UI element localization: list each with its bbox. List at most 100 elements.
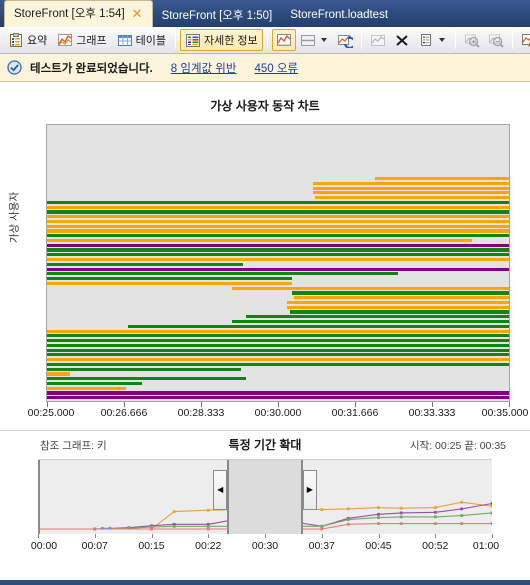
edit-graph-button[interactable] xyxy=(517,29,530,51)
navigator-range-label: 시작: 00:25 끝: 00:35 xyxy=(409,440,506,452)
navigator-series-marker xyxy=(320,527,324,531)
tab-label: StoreFront [오후 1:54] xyxy=(14,8,125,20)
chart-tick-label: 00:30.000 xyxy=(254,407,302,419)
chart-bar xyxy=(47,372,71,376)
legend-list-icon xyxy=(418,33,434,48)
chart-bar xyxy=(47,362,509,367)
chart-bar xyxy=(291,291,509,295)
navigator-series-marker xyxy=(346,522,350,526)
chart-tick-label: 00:26.666 xyxy=(100,407,148,419)
navigator-series-marker xyxy=(206,508,210,512)
summary-button[interactable]: 요약 xyxy=(3,29,52,51)
navigator-selection-window[interactable] xyxy=(227,460,303,534)
chart-x-axis-labels: 00:25.000 00:26.666 00:28.333 00:30.000 00:3… xyxy=(0,407,530,423)
check-circle-icon xyxy=(7,60,23,75)
chart-tick-label: 00:28.333 xyxy=(177,407,225,419)
chart-bar xyxy=(47,248,509,252)
navigator-tick xyxy=(321,534,323,538)
chart-bar xyxy=(294,296,509,300)
navigator-series-marker xyxy=(460,500,464,504)
chart-bar xyxy=(127,324,509,328)
add-graph-button[interactable] xyxy=(366,29,390,51)
navigator-series-marker xyxy=(433,510,437,514)
chart-bar xyxy=(312,181,509,185)
delete-graph-button[interactable] xyxy=(390,29,414,51)
panel-layout-button[interactable] xyxy=(296,29,333,51)
navigator-x-axis-labels: 00:00 00:07 00:15 00:22 00:30 00:37 00:45 00:52… xyxy=(0,540,530,556)
navigator-left-handle[interactable]: ◀ xyxy=(213,470,228,510)
zoom-out-button[interactable] xyxy=(484,29,508,51)
chart-bar xyxy=(47,348,509,352)
tab-label: StoreFront.loadtest xyxy=(290,8,389,21)
chart-bar xyxy=(47,205,509,209)
navigator-series-marker xyxy=(377,522,380,525)
chart-bar xyxy=(312,186,509,190)
details-button[interactable]: 자세한 정보 xyxy=(180,29,263,51)
navigator-series-marker xyxy=(460,507,464,511)
threshold-violations-link[interactable]: 8 임계값 위반 xyxy=(171,60,237,76)
chevron-down-icon[interactable] xyxy=(438,38,445,42)
navigator-tick-label: 00:22 xyxy=(195,540,222,552)
chart-bar xyxy=(47,353,509,357)
chart-bar xyxy=(47,386,126,390)
table-icon xyxy=(117,33,133,48)
navigator-series-marker xyxy=(206,524,210,528)
navigator-tick xyxy=(94,534,96,538)
close-x-icon xyxy=(394,33,410,48)
navigator-series-marker xyxy=(399,506,403,510)
graphs-button[interactable]: 그래프 xyxy=(52,29,111,51)
tab-storefront-154[interactable]: StoreFront [오후 1:54] ✕ xyxy=(4,0,153,27)
refresh-graph-button[interactable] xyxy=(333,29,357,51)
navigator-series-marker xyxy=(320,524,324,528)
navigator-series-marker xyxy=(433,506,437,509)
navigator-series-marker xyxy=(346,518,350,521)
results-toolbar: 요약 그래프 테이블 자세한 정보 xyxy=(0,27,530,54)
refresh-graph-icon xyxy=(337,33,353,48)
navigator-series-marker xyxy=(399,522,403,525)
chart-bar xyxy=(312,191,509,195)
chart-bar xyxy=(47,396,509,400)
chart-tick-label: 00:35.000 xyxy=(481,407,529,419)
navigator-tick xyxy=(208,534,210,538)
navigator-tick-label: 00:52 xyxy=(422,540,449,552)
tables-button[interactable]: 테이블 xyxy=(112,29,171,51)
chart-plot-area[interactable] xyxy=(46,124,510,402)
chevron-down-icon[interactable] xyxy=(320,38,327,42)
close-icon[interactable]: ✕ xyxy=(132,7,143,20)
chart-bar xyxy=(314,196,509,200)
chart-bar xyxy=(47,329,509,333)
tab-storefront-150[interactable]: StoreFront [오후 1:50] xyxy=(153,2,282,27)
navigator-series-marker xyxy=(490,522,492,525)
legend-list-button[interactable] xyxy=(414,29,451,51)
chart-bar xyxy=(47,272,399,276)
navigator-series-marker xyxy=(377,516,380,519)
navigator-plot-area[interactable]: ◀ ▶ xyxy=(38,459,492,534)
chart-bar xyxy=(375,177,509,181)
navigator-series-marker xyxy=(172,510,176,513)
navigator-tick xyxy=(38,534,39,538)
zoom-navigator-panel: 참조 그래프: 키 특정 기간 확대 시작: 00:25 끝: 00:35 ◀ ▶… xyxy=(0,430,530,580)
status-message: 테스트가 완료되었습니다. xyxy=(30,62,153,75)
toolbar-separator xyxy=(175,31,176,49)
tab-storefront-loadtest[interactable]: StoreFront.loadtest xyxy=(281,2,397,27)
navigator-series-marker xyxy=(433,522,437,525)
navigator-series-marker xyxy=(206,527,210,531)
navigator-tick-label: 00:30 xyxy=(251,540,279,552)
navigator-tick xyxy=(151,534,153,538)
navigator-tick xyxy=(265,534,266,538)
chart-bar xyxy=(47,358,509,362)
navigator-series-marker xyxy=(490,504,492,508)
zoom-in-icon xyxy=(464,33,480,48)
errors-link[interactable]: 450 오류 xyxy=(254,60,298,76)
navigator-tick xyxy=(492,534,493,538)
navigator-right-handle[interactable]: ▶ xyxy=(302,470,317,510)
navigator-series-marker xyxy=(433,515,437,519)
chart-bar xyxy=(47,219,509,224)
toolbar-separator xyxy=(360,31,362,49)
show-graph-button[interactable] xyxy=(271,29,296,51)
chart-bar xyxy=(47,215,509,219)
chart-bar xyxy=(47,277,292,281)
zoom-in-button[interactable] xyxy=(460,29,484,51)
toolbar-separator xyxy=(266,31,268,49)
virtual-user-activity-chart: 가상 사용자 동작 차트 가상 사용자 00:25.000 00:26.666 00… xyxy=(0,82,530,430)
